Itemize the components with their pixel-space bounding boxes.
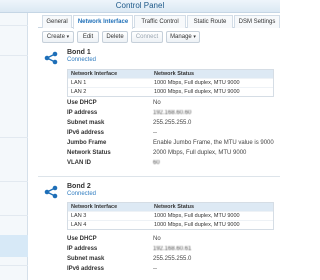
table-row[interactable]: LAN 4 1000 Mbps, Full duplex, MTU 9000 <box>68 220 273 229</box>
bond-1-interface-table: Network Interface Network Status LAN 1 1… <box>67 69 274 97</box>
value: 192.168.60.60 <box>153 110 192 116</box>
tab-network-interface[interactable]: Network Interface <box>73 15 133 29</box>
title-bar: Control Panel <box>0 0 280 13</box>
cell-interface: LAN 4 <box>71 222 87 228</box>
detail-subnet-mask: Subnet mask 255.255.255.0 <box>67 255 277 264</box>
nav-divider <box>0 137 28 138</box>
tab-bar: General Network Interface Traffic Contro… <box>38 13 280 29</box>
value: 255.255.255.0 <box>153 120 192 126</box>
bond-name: Bond 2 <box>67 183 91 190</box>
cell-status: 1000 Mbps, Full duplex, MTU 9000 <box>154 89 240 95</box>
tab-general[interactable]: General <box>42 15 72 28</box>
table-row[interactable]: LAN 1 1000 Mbps, Full duplex, MTU 9000 <box>68 78 273 87</box>
manage-button[interactable]: Manage ▾ <box>166 31 200 43</box>
detail-ip-address: IP address 192.168.60.60 <box>67 109 277 118</box>
edit-button[interactable]: Edit <box>77 31 99 43</box>
window-title: Control Panel <box>115 1 165 10</box>
bond-name: Bond 1 <box>67 49 91 56</box>
detail-use-dhcp: Use DHCP No <box>67 99 277 108</box>
detail-ipv6-address: IPv6 address -- <box>67 265 277 274</box>
chevron-down-icon: ▾ <box>66 34 70 40</box>
chevron-down-icon: ▾ <box>193 34 196 40</box>
value: 255.255.255.0 <box>153 256 192 262</box>
table-header: Network Interface Network Status <box>68 203 273 211</box>
detail-ip-address: IP address 192.168.60.61 <box>67 245 277 254</box>
label: IPv6 address <box>67 266 105 272</box>
tab-traffic-control[interactable]: Traffic Control <box>134 15 186 28</box>
label: Use DHCP <box>67 236 97 242</box>
value: -- <box>153 130 157 136</box>
connection-status: Connected <box>67 191 97 197</box>
label: IP address <box>67 110 98 116</box>
detail-vlan-id: VLAN ID 60 <box>67 159 277 168</box>
cell-interface: LAN 2 <box>71 89 87 95</box>
nav-divider <box>0 25 28 26</box>
tab-dsm-settings[interactable]: DSM Settings <box>234 15 280 28</box>
detail-use-dhcp: Use DHCP No <box>67 235 277 244</box>
detail-subnet-mask: Subnet mask 255.255.255.0 <box>67 119 277 128</box>
value: 60 <box>153 160 160 166</box>
detail-jumbo-frame: Jumbo Frame Enable Jumbo Frame, the MTU … <box>67 139 277 148</box>
value: 192.168.60.61 <box>153 246 192 252</box>
network-bond-icon <box>44 51 58 65</box>
column-network-interface: Network Interface <box>71 71 118 77</box>
cell-status: 1000 Mbps, Full duplex, MTU 9000 <box>154 222 240 228</box>
label: Subnet mask <box>67 256 105 262</box>
value: Enable Jumbo Frame, the MTU value is 900… <box>153 140 274 146</box>
nav-item-selected[interactable] <box>0 235 28 257</box>
table-header: Network Interface Network Status <box>68 70 273 78</box>
label: Network Status <box>67 150 111 156</box>
label: IPv6 address <box>67 130 105 136</box>
value: No <box>153 236 161 242</box>
tab-static-route[interactable]: Static Route <box>187 15 233 28</box>
nav-divider <box>0 265 28 266</box>
delete-button[interactable]: Delete <box>102 31 128 43</box>
main-content: General Network Interface Traffic Contro… <box>38 13 280 280</box>
manage-button-label: Manage <box>170 34 192 40</box>
detail-network-status: Network Status 2000 Mbps, Full duplex, M… <box>67 149 277 158</box>
table-row[interactable]: LAN 3 1000 Mbps, Full duplex, MTU 9000 <box>68 211 273 220</box>
bond-2-interface-table: Network Interface Network Status LAN 3 1… <box>67 202 274 230</box>
column-network-interface: Network Interface <box>71 204 118 210</box>
nav-divider <box>0 55 28 56</box>
label: Use DHCP <box>67 100 97 106</box>
value: -- <box>153 266 157 272</box>
network-bond-icon <box>44 185 58 199</box>
left-nav-pane[interactable] <box>0 13 28 280</box>
nav-divider <box>0 181 28 182</box>
label: IP address <box>67 246 98 252</box>
label: Jumbo Frame <box>67 140 107 146</box>
label: VLAN ID <box>67 160 91 166</box>
connection-status: Connected <box>67 57 97 63</box>
table-row[interactable]: LAN 2 1000 Mbps, Full duplex, MTU 9000 <box>68 87 273 96</box>
create-button-label: Create <box>46 34 65 40</box>
connect-button[interactable]: Connect <box>131 31 163 43</box>
value: No <box>153 100 161 106</box>
column-network-status: Network Status <box>154 204 195 210</box>
nav-divider <box>0 215 28 216</box>
detail-ipv6-address: IPv6 address -- <box>67 129 277 138</box>
label: Subnet mask <box>67 120 105 126</box>
value: 2000 Mbps, Full duplex, MTU 9000 <box>153 150 247 156</box>
toolbar: Create ▾ Edit Delete Connect Manage ▾ <box>38 31 280 45</box>
create-button[interactable]: Create ▾ <box>42 31 74 43</box>
section-divider <box>38 176 280 177</box>
column-network-status: Network Status <box>154 71 195 77</box>
